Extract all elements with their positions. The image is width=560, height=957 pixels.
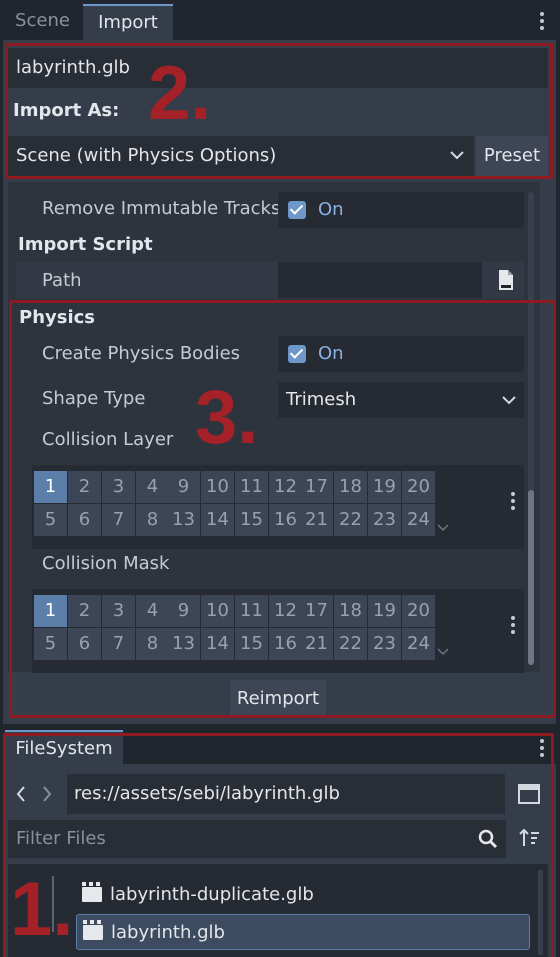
path-field[interactable] xyxy=(278,262,482,298)
remove-immutable-tracks-label: Remove Immutable Tracks xyxy=(42,198,281,219)
tab-import[interactable]: Import xyxy=(83,4,173,40)
annotation-box-1 xyxy=(3,733,554,957)
annotation-number-1: 1. xyxy=(10,867,74,952)
toggle-value: On xyxy=(318,199,344,220)
file-icon[interactable] xyxy=(490,264,522,296)
import-script-section[interactable]: Import Script xyxy=(18,234,153,255)
remove-immutable-tracks-toggle[interactable]: On xyxy=(278,192,524,228)
annotation-box-2 xyxy=(5,43,553,179)
tab-scene[interactable]: Scene xyxy=(5,4,80,40)
annotation-box-3 xyxy=(9,300,556,718)
checkbox-checked-icon xyxy=(288,201,306,219)
path-label: Path xyxy=(42,270,82,291)
kebab-menu-icon[interactable] xyxy=(540,12,545,33)
annotation-number-2: 2. xyxy=(148,51,212,136)
annotation-number-3: 3. xyxy=(195,375,259,460)
